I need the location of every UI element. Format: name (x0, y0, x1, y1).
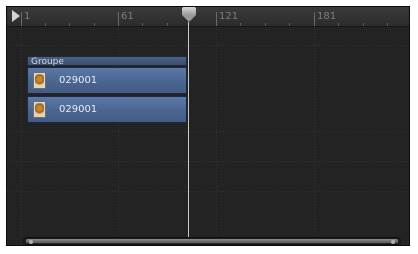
ruler-tick (265, 23, 266, 26)
ruler-label-1: 1 (24, 11, 31, 22)
ruler-tick (45, 23, 46, 26)
grid-line (216, 27, 217, 237)
clip-name: 029001 (59, 104, 98, 115)
ruler-tick (69, 23, 70, 26)
scrollbar-thumb[interactable] (26, 239, 398, 244)
track-divider (7, 161, 409, 162)
ruler-tick (314, 12, 315, 26)
playhead-line (188, 22, 189, 237)
ruler-tick (216, 12, 217, 26)
track-area[interactable]: Groupe 029001 029001 (7, 27, 409, 237)
track-divider (7, 131, 409, 132)
track-divider (7, 45, 409, 46)
clip-thumbnail-icon (33, 101, 46, 118)
ruler-tick (363, 23, 364, 26)
ruler-tick (21, 12, 22, 26)
grid-line (21, 27, 22, 237)
ruler-label-121: 121 (219, 11, 239, 22)
ruler-tick (338, 23, 339, 26)
scroll-right-cap-icon (391, 240, 395, 244)
clip-bar[interactable]: 029001 (27, 67, 187, 94)
play-start-arrow-icon[interactable] (12, 10, 20, 22)
playhead-handle[interactable] (182, 7, 196, 15)
ruler-label-61: 61 (121, 11, 134, 22)
scroll-left-cap-icon (29, 240, 33, 244)
grid-line (314, 27, 315, 237)
ruler-tick (142, 23, 143, 26)
ruler-tick (387, 23, 388, 26)
clip-name: 029001 (59, 75, 98, 86)
clip-thumbnail-icon (33, 72, 46, 89)
clip-bar[interactable]: 029001 (27, 96, 187, 123)
timeline-ruler[interactable]: 1 61 121 181 (7, 7, 409, 27)
playhead-marker-icon[interactable] (182, 15, 196, 22)
group-header[interactable]: Groupe (27, 56, 187, 67)
horizontal-scrollbar[interactable] (23, 237, 401, 245)
ruler-tick (167, 23, 168, 26)
ruler-label-181: 181 (317, 11, 337, 22)
ruler-tick (289, 23, 290, 26)
ruler-tick (94, 23, 95, 26)
ruler-tick (118, 12, 119, 26)
timeline-panel: 1 61 121 181 Groupe 029001 029001 (6, 6, 410, 246)
ruler-tick (240, 23, 241, 26)
track-divider (7, 191, 409, 192)
